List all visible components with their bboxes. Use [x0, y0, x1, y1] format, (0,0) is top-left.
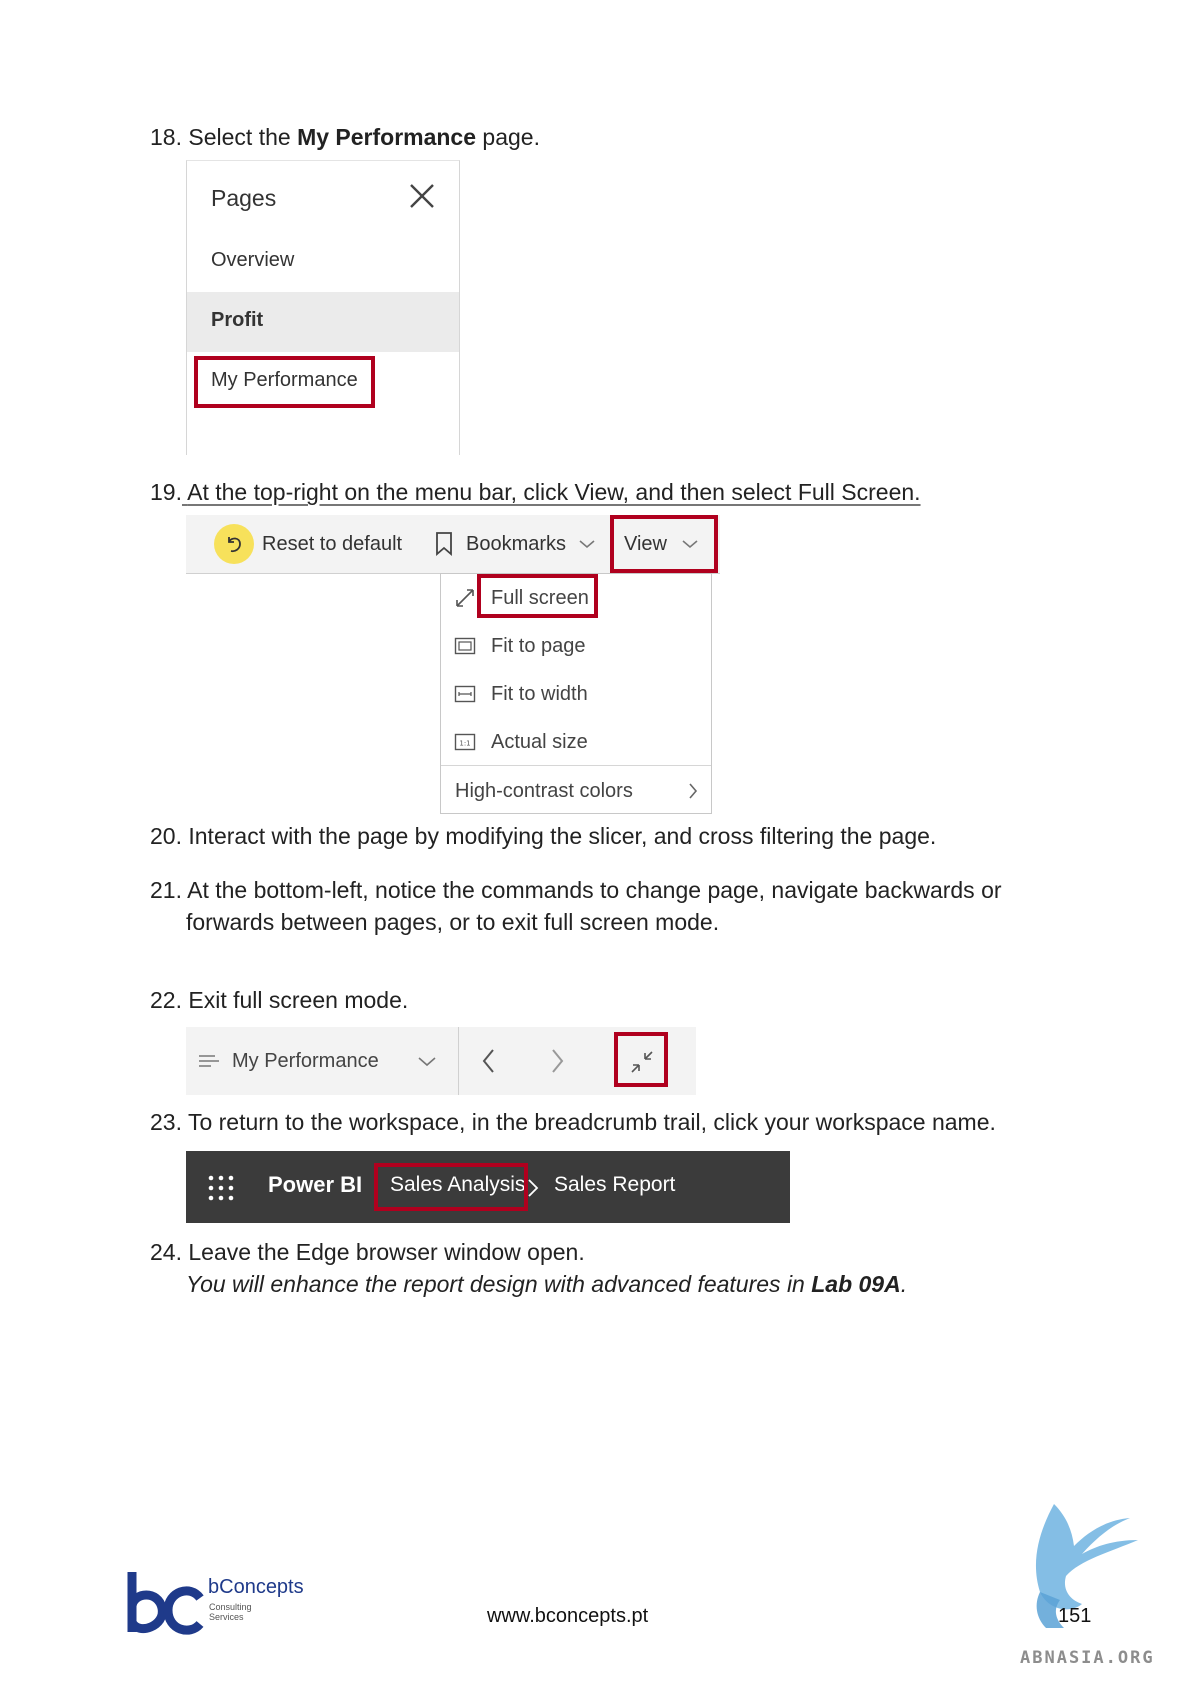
power-bi-logo-text[interactable]: Power BI — [268, 1172, 362, 1198]
watermark-text: ABNASIA.ORG — [1020, 1648, 1155, 1668]
breadcrumb-report[interactable]: Sales Report — [554, 1173, 675, 1197]
highlight-box — [477, 574, 598, 618]
page-item-profit[interactable]: Profit — [187, 292, 459, 352]
page-selector[interactable]: My Performance — [198, 1027, 448, 1095]
next-page-icon[interactable] — [546, 1047, 568, 1075]
full-screen-icon — [456, 589, 474, 607]
menu-lines-icon — [199, 1055, 219, 1067]
reset-to-default-button[interactable]: Reset to default — [214, 515, 402, 573]
step-21: 21. At the bottom-left, notice the comma… — [150, 877, 1002, 935]
step-24: 24. Leave the Edge browser window open. … — [150, 1239, 908, 1297]
divider — [458, 1027, 459, 1095]
highlight-box — [614, 1032, 668, 1087]
highlight-box — [374, 1163, 528, 1211]
fit-to-width-icon — [454, 685, 476, 703]
pages-title: Pages — [211, 185, 277, 211]
page-number: 151 — [1058, 1605, 1092, 1627]
close-icon[interactable] — [407, 181, 437, 211]
page-item-overview[interactable]: Overview — [187, 232, 459, 292]
power-bi-header: Power BI Sales Analysis Sales Report — [186, 1151, 790, 1223]
bookmark-icon — [436, 532, 452, 556]
bookmarks-button[interactable]: Bookmarks — [434, 515, 596, 573]
menu-item-fit-to-width[interactable]: Fit to width — [441, 670, 711, 718]
full-screen-nav-bar: My Performance — [186, 1027, 696, 1095]
svg-text:1:1: 1:1 — [459, 740, 470, 748]
footer-url: www.bconcepts.pt — [487, 1605, 649, 1627]
undo-icon — [214, 524, 254, 564]
fit-to-page-icon — [454, 637, 476, 655]
step-19: 19. At the top-right on the menu bar, cl… — [150, 479, 921, 505]
step-20: 20. Interact with the page by modifying … — [150, 823, 937, 849]
actual-size-icon: 1:1 — [454, 733, 476, 751]
chevron-down-icon — [579, 540, 595, 549]
bconcepts-logo: bConcepts Consulting Services — [124, 1570, 309, 1642]
previous-page-icon[interactable] — [478, 1047, 500, 1075]
brand-name: bConcepts — [208, 1576, 304, 1598]
chevron-down-icon — [418, 1057, 436, 1067]
menu-item-actual-size[interactable]: 1:1 Actual size — [441, 718, 711, 766]
highlight-box — [194, 356, 375, 408]
step-22: 22. Exit full screen mode. — [150, 987, 409, 1013]
view-dropdown-menu: Full screen Fit to page Fit to width 1:1… — [440, 573, 712, 814]
report-toolbar: Reset to default Bookmarks View — [186, 515, 720, 574]
highlight-box — [610, 515, 718, 573]
brand-sub: Services — [209, 1612, 244, 1622]
chevron-right-icon — [689, 783, 698, 799]
chevron-right-icon — [528, 1179, 539, 1197]
step-23: 23. To return to the workspace, in the b… — [150, 1109, 996, 1135]
menu-divider — [441, 765, 711, 766]
app-launcher-icon[interactable] — [208, 1175, 234, 1201]
pages-panel: Pages Overview Profit My Performance — [186, 160, 460, 455]
menu-item-fit-to-page[interactable]: Fit to page — [441, 622, 711, 670]
brand-sub: Consulting — [209, 1602, 252, 1612]
step-18: 18. Select the My Performance page. — [150, 124, 540, 150]
menu-item-high-contrast[interactable]: High-contrast colors — [441, 767, 711, 815]
bconcepts-logo-mark — [127, 1572, 204, 1635]
